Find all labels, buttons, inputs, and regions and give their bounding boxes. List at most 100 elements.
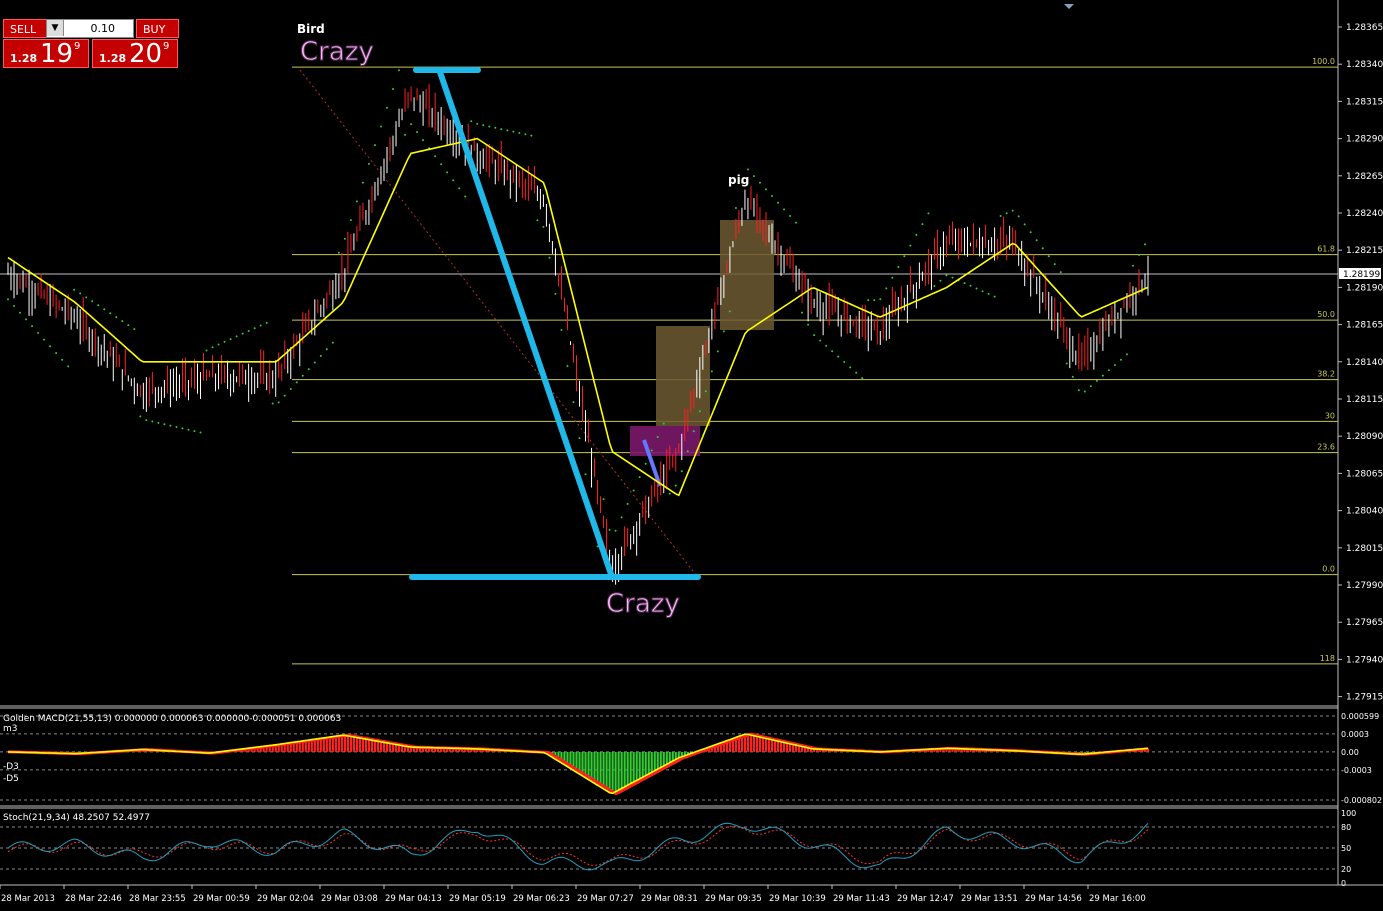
sell-quote-fraction: 9 — [74, 41, 81, 52]
psar-dot — [1107, 369, 1110, 372]
psar-dot — [927, 212, 930, 215]
psar-dot — [301, 374, 304, 377]
psar-dot — [855, 371, 858, 374]
psar-dot — [79, 292, 82, 295]
macd-label-d5: -D5 — [3, 774, 19, 784]
psar-dot — [7, 298, 9, 301]
psar-dot — [554, 292, 557, 295]
psar-dot — [1137, 254, 1140, 257]
psar-dot — [656, 436, 659, 439]
price-tick-label: 1.28365 — [1346, 23, 1383, 33]
psar-dot — [145, 419, 148, 422]
psar-dot — [1023, 223, 1026, 226]
psar-dot — [530, 134, 533, 137]
psar-dot — [945, 274, 948, 277]
psar-dot — [392, 87, 395, 90]
psar-dot — [223, 340, 226, 343]
psar-dot — [512, 130, 515, 133]
chart-shift-marker[interactable] — [1064, 4, 1074, 9]
buy-quote-pips: 20 — [129, 39, 163, 69]
psar-dot — [1011, 209, 1014, 212]
psar-dot — [698, 410, 701, 413]
psar-dot — [247, 329, 250, 332]
psar-dot — [313, 361, 316, 364]
psar-dot — [602, 498, 605, 501]
blue-impulse-line[interactable] — [437, 71, 615, 578]
psar-dot — [500, 128, 503, 131]
time-tick-label: 29 Mar 05:19 — [449, 894, 506, 904]
psar-dot — [169, 424, 172, 427]
macd-tick-label: 0.00 — [1341, 748, 1359, 757]
annotation-pig: pig — [728, 173, 749, 187]
psar-dot — [1101, 374, 1104, 377]
lot-dropdown-icon[interactable]: ▼ — [47, 20, 64, 36]
price-tick-label: 1.27915 — [1346, 693, 1383, 703]
psar-dot — [837, 355, 840, 358]
price-tick-label: 1.28065 — [1346, 469, 1383, 479]
psar-dot — [801, 311, 804, 314]
psar-dot — [217, 343, 220, 346]
psar-dot — [307, 368, 310, 371]
sell-quote-pips: 19 — [40, 39, 74, 69]
price-tick-label: 1.28315 — [1346, 97, 1383, 107]
time-tick-label: 29 Mar 08:31 — [641, 894, 698, 904]
svg-text:1.28199: 1.28199 — [1343, 270, 1380, 280]
fibonacci-levels: 100.0 61.8 50.0 38.2 30 23.6 0.0 118 — [292, 57, 1338, 665]
moving-average-line — [7, 137, 1149, 497]
time-tick-label: 29 Mar 10:39 — [769, 894, 826, 904]
macd-tick-label: -0.000802 — [1341, 796, 1382, 805]
psar-dot — [476, 122, 479, 125]
time-axis: 28 Mar 2013 28 Mar 22:46 28 Mar 23:55 29 Ma… — [0, 885, 1146, 904]
psar-dot — [43, 338, 46, 341]
psar-dot — [349, 219, 352, 222]
sell-quote-prefix: 1.28 — [10, 52, 38, 65]
psar-dot — [277, 401, 280, 404]
stochastic-panel: Stoch(21,9,34) 48.2507 52.4977 100 80 50 20… — [0, 809, 1356, 888]
psar-dot — [674, 484, 677, 487]
annotation-bird: Bird — [297, 22, 325, 36]
psar-dot — [771, 195, 774, 198]
psar-dot — [933, 285, 936, 288]
psar-dot — [458, 187, 461, 190]
psar-dot — [319, 354, 322, 357]
psar-dot — [139, 415, 142, 418]
psar-dot — [825, 344, 828, 347]
psar-dot — [404, 133, 407, 136]
psar-dot — [337, 251, 340, 254]
purple-zone — [630, 426, 700, 456]
psar-dot — [343, 237, 346, 240]
psar-dot — [572, 401, 575, 404]
psar-dot — [271, 402, 274, 405]
psar-dot — [873, 299, 876, 302]
price-tick-label: 1.28140 — [1346, 358, 1383, 368]
psar-dot — [193, 430, 196, 433]
buy-quote[interactable]: 1.28 20 9 — [92, 39, 178, 69]
sell-quote[interactable]: 1.28 19 9 — [3, 39, 89, 69]
time-tick-label: 29 Mar 12:47 — [897, 894, 954, 904]
psar-dot — [235, 335, 238, 338]
fib-level-label: 61.8 — [1317, 245, 1335, 254]
psar-dot — [187, 428, 190, 431]
psar-dot — [13, 305, 16, 308]
psar-dot — [295, 381, 298, 384]
psar-dot — [879, 298, 882, 301]
chart-canvas[interactable]: 1.283651.283401.283151.282901.282651.282… — [0, 0, 1383, 911]
psar-dot — [109, 312, 112, 315]
psar-dot — [49, 345, 52, 348]
psar-dot — [704, 390, 707, 393]
buy-button[interactable]: BUY — [136, 19, 179, 38]
price-tick-label: 1.28215 — [1346, 246, 1383, 256]
time-tick-label: 29 Mar 03:08 — [321, 894, 378, 904]
psar-dot — [777, 201, 780, 204]
psar-dot — [632, 489, 635, 492]
buy-quote-prefix: 1.28 — [99, 52, 127, 65]
price-tick-label: 1.28090 — [1346, 432, 1383, 442]
psar-dot — [133, 328, 136, 331]
psar-dot — [650, 449, 653, 452]
psar-dot — [987, 292, 990, 295]
psar-dot — [536, 219, 539, 222]
psar-dot — [668, 492, 671, 495]
psar-dot — [981, 290, 984, 293]
psar-dot — [1047, 255, 1050, 258]
psar-dot — [578, 437, 581, 440]
